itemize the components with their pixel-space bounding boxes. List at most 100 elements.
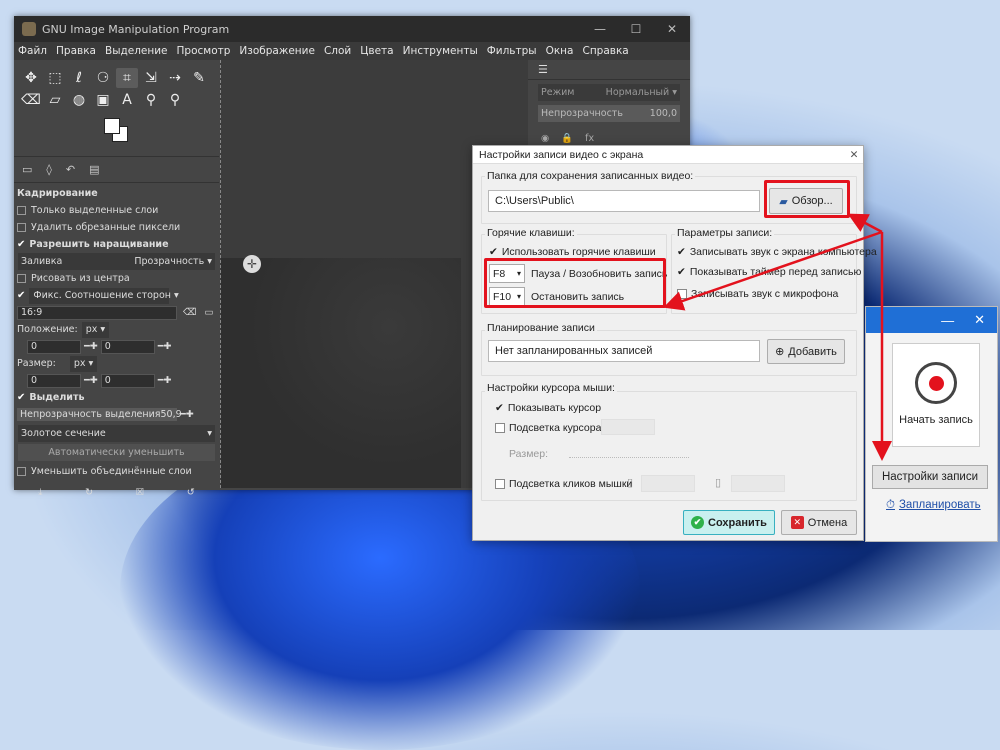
minus-icon[interactable]: ━ bbox=[81, 341, 90, 352]
dialog-close-icon[interactable]: ✕ bbox=[845, 149, 863, 161]
transform-tool-icon[interactable]: ⇲ bbox=[140, 68, 162, 88]
maximize-button[interactable]: ☐ bbox=[618, 22, 654, 36]
recorder-titlebar[interactable]: — ✕ bbox=[866, 307, 997, 333]
recording-settings-button[interactable]: Настройки записи bbox=[872, 465, 988, 489]
recorder-minimize-button[interactable]: — bbox=[941, 313, 954, 328]
rec-system-sound-checkbox[interactable]: ✔ Записывать звук с экрана компьютера bbox=[677, 246, 877, 258]
menu-filters[interactable]: Фильтры bbox=[487, 45, 537, 57]
images-tab-icon[interactable]: ▤ bbox=[89, 163, 99, 176]
option-delete-cropped[interactable]: Удалить обрезанные пиксели bbox=[14, 219, 219, 236]
position-y-input[interactable]: 0 bbox=[100, 339, 155, 354]
highlight-opacity-slider[interactable]: Непрозрачность выделения 50,9 ━✚ bbox=[14, 406, 219, 423]
paint-tool-icon[interactable]: ✎ bbox=[188, 68, 210, 88]
menu-tools[interactable]: Инструменты bbox=[403, 45, 478, 57]
pause-key-select[interactable]: F8 ▾ bbox=[489, 264, 525, 283]
mode-select[interactable]: Режим Нормальный ▾ bbox=[538, 84, 680, 101]
cursor-highlight-checkbox[interactable]: Подсветка курсора bbox=[495, 422, 601, 434]
minimize-button[interactable]: — bbox=[582, 22, 618, 36]
schedule-input[interactable]: Нет запланированных записей bbox=[488, 340, 760, 362]
menu-layer[interactable]: Слой bbox=[324, 45, 351, 57]
eraser-tool-icon[interactable]: ⌫ bbox=[20, 90, 42, 110]
plus-icon[interactable]: ✚ bbox=[163, 375, 171, 386]
fuzzy-select-tool-icon[interactable]: ⚆ bbox=[92, 68, 114, 88]
layer-opacity-slider[interactable]: Непрозрачность 100,0 bbox=[538, 105, 680, 122]
layers-tab-icon[interactable]: ☰ bbox=[528, 60, 690, 80]
option-only-selected-layers[interactable]: Только выделенные слои bbox=[14, 202, 219, 219]
position-x-input[interactable]: 0 bbox=[27, 339, 81, 354]
clear-icon[interactable]: ⌫ bbox=[183, 307, 196, 318]
paths-tool-icon[interactable]: ▣ bbox=[92, 90, 114, 110]
plus-icon[interactable]: ✚ bbox=[163, 341, 171, 352]
menu-image[interactable]: Изображение bbox=[239, 45, 315, 57]
cancel-button[interactable]: ✕ Отмена bbox=[781, 510, 857, 535]
smudge-tool-icon[interactable]: ▱ bbox=[44, 90, 66, 110]
size-w-input[interactable]: 0 bbox=[27, 373, 81, 388]
minus-icon[interactable]: ━ bbox=[155, 341, 164, 352]
menu-file[interactable]: Файл bbox=[18, 45, 47, 57]
tool-options-tab-icon[interactable]: ▭ bbox=[22, 163, 32, 176]
menu-select[interactable]: Выделение bbox=[105, 45, 168, 57]
fx-icon[interactable]: fx bbox=[585, 133, 594, 144]
record-icon[interactable] bbox=[915, 362, 957, 404]
right-click-color-box[interactable] bbox=[731, 475, 785, 492]
guides-select[interactable]: Золотое сечение ▾ bbox=[18, 425, 215, 442]
zoom-tool-icon[interactable]: ⚲ bbox=[164, 90, 186, 110]
size-slider[interactable] bbox=[569, 457, 689, 458]
rec-mic-checkbox[interactable]: Записывать звук с микрофона bbox=[677, 288, 838, 300]
folder-path-input[interactable]: C:\Users\Public\ bbox=[488, 190, 760, 212]
menu-windows[interactable]: Окна bbox=[546, 45, 574, 57]
close-button[interactable]: ✕ bbox=[654, 22, 690, 36]
menu-colors[interactable]: Цвета bbox=[360, 45, 393, 57]
size-h-input[interactable]: 0 bbox=[100, 373, 155, 388]
color-swatches[interactable] bbox=[14, 118, 219, 156]
add-button[interactable]: ⊕ Добавить bbox=[767, 339, 845, 364]
undo-tab-icon[interactable]: ↶ bbox=[66, 163, 75, 176]
gimp-titlebar[interactable]: GNU Image Manipulation Program — ☐ ✕ bbox=[14, 16, 690, 42]
dialog-titlebar[interactable]: Настройки записи видео с экрана ✕ bbox=[473, 146, 863, 164]
device-status-tab-icon[interactable]: ◊ bbox=[46, 163, 51, 176]
color-picker-tool-icon[interactable]: ⚲ bbox=[140, 90, 162, 110]
delete-icon[interactable]: ☒ bbox=[136, 487, 145, 498]
schedule-link[interactable]: ⏱ Запланировать bbox=[886, 499, 981, 512]
option-draw-from-center[interactable]: Рисовать из центра bbox=[14, 270, 219, 287]
reset-icon[interactable]: ↺ bbox=[187, 487, 195, 498]
fill-select[interactable]: Заливка Прозрачность ▾ bbox=[18, 253, 215, 270]
auto-shrink-button[interactable]: Автоматически уменьшить bbox=[18, 444, 215, 461]
option-highlight[interactable]: ✔ Выделить bbox=[14, 389, 219, 406]
menu-view[interactable]: Просмотр bbox=[177, 45, 231, 57]
minus-icon[interactable]: ━ bbox=[81, 375, 90, 386]
portrait-icon[interactable]: ▭ bbox=[204, 307, 213, 318]
restore-icon[interactable]: ↻ bbox=[85, 487, 93, 498]
move-tool-icon[interactable]: ✥ bbox=[20, 68, 42, 88]
minus-icon[interactable]: ━ bbox=[155, 375, 164, 386]
start-record-panel[interactable]: Начать запись bbox=[892, 343, 980, 447]
clone-tool-icon[interactable]: ◍ bbox=[68, 90, 90, 110]
text-tool-icon[interactable]: A bbox=[116, 90, 138, 110]
lock-icon[interactable]: 🔒 bbox=[561, 133, 573, 144]
warp-tool-icon[interactable]: ⇢ bbox=[164, 68, 186, 88]
show-cursor-checkbox[interactable]: ✔ Показывать курсор bbox=[495, 402, 601, 414]
ratio-input[interactable]: 16:9 bbox=[17, 305, 177, 320]
visibility-icon[interactable]: ◉ bbox=[541, 133, 549, 144]
position-unit-select[interactable]: px ▾ bbox=[81, 321, 110, 338]
fixed-select[interactable]: Фикс. Соотношение сторон ▾ bbox=[29, 287, 179, 304]
menu-help[interactable]: Справка bbox=[582, 45, 628, 57]
option-fixed-ratio[interactable]: ✔ Фикс. Соотношение сторон ▾ bbox=[14, 287, 219, 304]
option-shrink-merged[interactable]: Уменьшить объединённые слои bbox=[14, 463, 219, 480]
crop-tool-icon[interactable]: ⌗ bbox=[116, 68, 138, 88]
size-unit-select[interactable]: px ▾ bbox=[69, 355, 98, 372]
plus-icon[interactable]: ✚ bbox=[90, 375, 101, 386]
show-timer-checkbox[interactable]: ✔ Показывать таймер перед записью bbox=[677, 266, 861, 278]
save-button[interactable]: ✔ Сохранить bbox=[683, 510, 775, 535]
foreground-color[interactable] bbox=[104, 118, 120, 134]
save-icon[interactable]: ⤓ bbox=[38, 487, 42, 498]
lasso-tool-icon[interactable]: ℓ bbox=[68, 68, 90, 88]
rect-select-tool-icon[interactable]: ⬚ bbox=[44, 68, 66, 88]
left-click-color-box[interactable] bbox=[641, 475, 695, 492]
recorder-close-button[interactable]: ✕ bbox=[974, 312, 985, 328]
browse-button[interactable]: ▰ Обзор... bbox=[769, 188, 843, 214]
option-allow-growing[interactable]: ✔ Разрешить наращивание bbox=[14, 236, 219, 253]
click-highlight-checkbox[interactable]: Подсветка кликов мышки bbox=[495, 478, 632, 490]
menu-edit[interactable]: Правка bbox=[56, 45, 96, 57]
stop-key-select[interactable]: F10 ▾ bbox=[489, 287, 525, 306]
